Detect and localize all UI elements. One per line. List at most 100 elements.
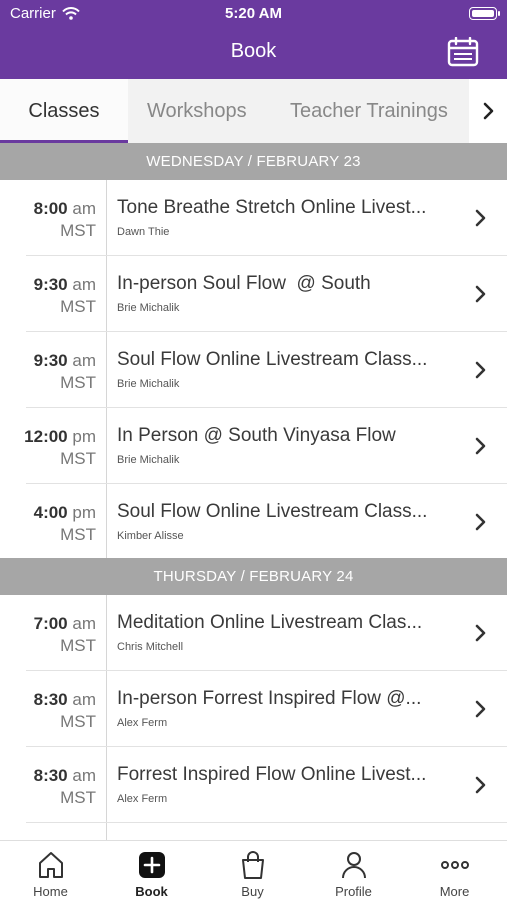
class-time: 9:30 am MST (0, 350, 96, 394)
class-row[interactable]: 9:30 am MST In-person Soul Flow @ South … (0, 256, 507, 332)
row-divider (106, 671, 107, 747)
teacher-name: Brie Michalik (117, 454, 180, 466)
time-zone: MST (60, 712, 96, 731)
time-zone: MST (60, 525, 96, 544)
class-name: In Person @ South Vinyasa Flow (117, 425, 396, 446)
class-time: 8:30 am MST (0, 689, 96, 733)
class-row[interactable]: 7:00 am MST Meditation Online Livestream… (0, 595, 507, 671)
calendar-button[interactable] (447, 36, 479, 67)
time-value: 12:00 (24, 427, 68, 446)
teacher-name: Brie Michalik (117, 302, 180, 314)
date-header: WEDNESDAY / FEBRUARY 23 (0, 143, 507, 180)
class-name: Meditation Online Livestream Clas... (117, 612, 423, 633)
class-row[interactable]: 8:30 am MST Forrest Inspired Flow Online… (0, 747, 507, 823)
calendar-icon (447, 36, 479, 67)
teacher-name: Alex Ferm (117, 793, 168, 805)
class-time: 4:00 pm MST (0, 502, 96, 546)
nav-profile[interactable]: Profile (303, 841, 404, 900)
row-divider (106, 823, 107, 840)
tab-classes[interactable]: Classes (0, 79, 128, 143)
book-plus-icon (138, 852, 165, 878)
more-dots-icon (440, 861, 469, 869)
class-row[interactable]: 12:00 pm MST In Person @ South Vinyasa F… (0, 408, 507, 484)
class-name: Forrest Inspired Flow Online Livest... (117, 764, 427, 785)
time-ampm: am (72, 614, 96, 633)
class-time: 8:30 am MST (0, 765, 96, 809)
nav-buy[interactable]: Buy (202, 841, 303, 900)
nav-more-label: More (439, 884, 470, 899)
chevron-right-icon (483, 102, 494, 120)
time-ampm: pm (72, 503, 96, 522)
row-divider (106, 256, 107, 332)
class-time: 9:30 am MST (0, 274, 96, 318)
class-row[interactable]: 9:30 am MST Soul Flow Online Livestream … (0, 332, 507, 408)
tab-bar: Classes Workshops Teacher Trainings (0, 79, 507, 143)
nav-buy-label: Buy (241, 884, 264, 899)
time-ampm: am (72, 351, 96, 370)
battery-icon (469, 7, 500, 20)
tab-classes-label: Classes (28, 100, 100, 122)
time-value: 8:00 (33, 199, 68, 218)
class-name: Soul Flow Online Livestream Class... (117, 501, 428, 522)
teacher-name: Dawn Thie (117, 226, 170, 238)
teacher-name: Alex Ferm (117, 717, 168, 729)
nav-home[interactable]: Home (0, 841, 101, 900)
app-header: Carrier 5:20 AM Book (0, 0, 507, 79)
time-ampm: pm (72, 427, 96, 446)
nav-more[interactable]: More (404, 841, 505, 900)
class-row[interactable]: 8:00 am MST Tone Breathe Stretch Online … (0, 180, 507, 256)
time-value: 9:30 (33, 275, 68, 294)
status-bar: Carrier 5:20 AM (0, 0, 507, 28)
class-name: Tone Breathe Stretch Online Livest... (117, 197, 427, 218)
class-name: Soul Flow Online Livestream Class... (117, 349, 428, 370)
bottom-tab-bar: Home Book Buy Profile More (0, 840, 507, 900)
teacher-name: Chris Mitchell (117, 641, 184, 653)
home-icon (38, 852, 63, 878)
row-divider (106, 595, 107, 671)
nav-book[interactable]: Book (101, 841, 202, 900)
date-header: THURSDAY / FEBRUARY 24 (0, 558, 507, 595)
chevron-right-icon (475, 776, 486, 794)
nav-book-label: Book (135, 884, 168, 899)
time-ampm: am (72, 690, 96, 709)
time-ampm: am (72, 199, 96, 218)
class-name: In-person Soul Flow @ South (117, 273, 371, 294)
row-divider (106, 408, 107, 484)
chevron-right-icon (475, 285, 486, 303)
nav-home-label: Home (33, 884, 68, 899)
time-ampm: am (72, 766, 96, 785)
tab-teacher-trainings[interactable]: Teacher Trainings (290, 79, 448, 143)
time-value: 9:30 (33, 351, 68, 370)
row-divider (106, 484, 107, 558)
class-row[interactable]: 4:00 pm MST Soul Flow Online Livestream … (0, 484, 507, 558)
tabs-scroll-right-button[interactable] (469, 79, 507, 143)
chevron-right-icon (475, 700, 486, 718)
shopping-bag-icon (241, 851, 264, 879)
class-row[interactable]: 8:30 am MST In-person Forrest Inspired F… (0, 671, 507, 747)
teacher-name: Kimber Alisse (117, 530, 184, 542)
class-name: In-person Forrest Inspired Flow @... (117, 688, 422, 709)
time-value: 8:30 (33, 690, 68, 709)
chevron-right-icon (475, 437, 486, 455)
tab-workshops-label: Workshops (147, 100, 247, 122)
tab-workshops[interactable]: Workshops (147, 79, 247, 143)
time-zone: MST (60, 788, 96, 807)
tab-teacher-trainings-label: Teacher Trainings (290, 100, 448, 122)
class-time: 8:00 am MST (0, 198, 96, 242)
chevron-right-icon (475, 624, 486, 642)
class-time: 12:00 pm MST (0, 426, 96, 470)
chevron-right-icon (475, 513, 486, 531)
time-value: 8:30 (33, 766, 68, 785)
time-zone: MST (60, 297, 96, 316)
chevron-right-icon (475, 209, 486, 227)
status-time: 5:20 AM (225, 5, 282, 22)
person-icon (341, 852, 366, 879)
class-row[interactable] (0, 823, 507, 840)
nav-profile-label: Profile (335, 884, 372, 899)
chevron-right-icon (475, 361, 486, 379)
row-divider (106, 180, 107, 256)
time-value: 7:00 (33, 614, 68, 633)
time-zone: MST (60, 449, 96, 468)
class-time: 7:00 am MST (0, 613, 96, 657)
row-divider (106, 332, 107, 408)
